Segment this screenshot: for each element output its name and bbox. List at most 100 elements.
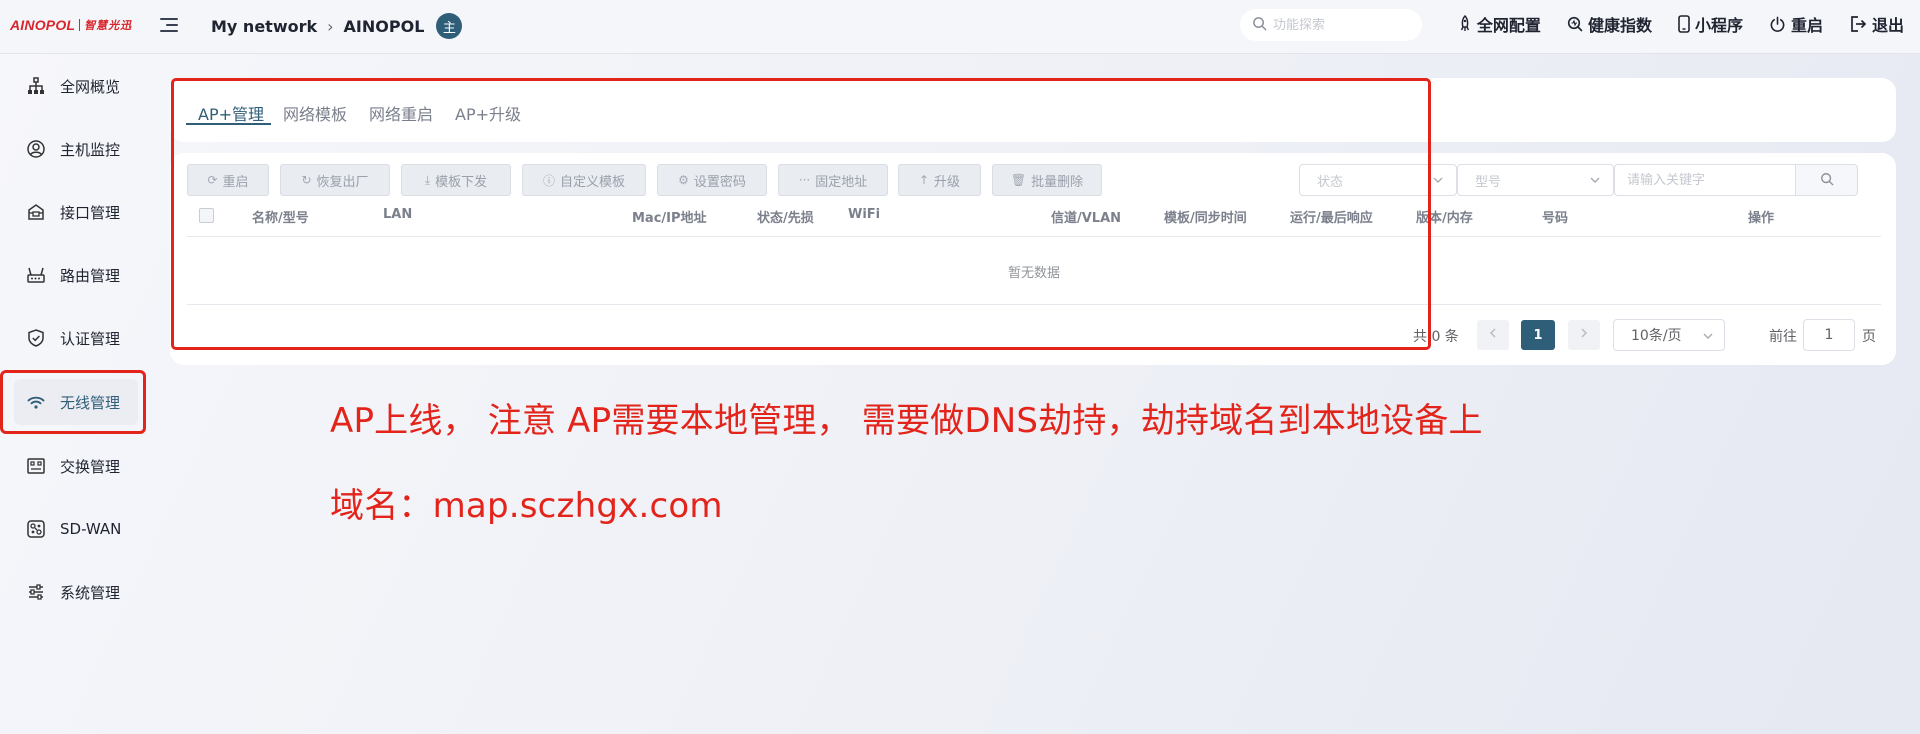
column-header-number[interactable]: 号码 [1542,207,1568,226]
annotation-note-ap-online: AP上线， 注意 AP需要本地管理， 需要做DNS劫持，劫持域名到本地设备上 [330,401,1483,441]
sidebar-item-label: 全网概览 [60,77,121,96]
reboot-ap-button[interactable]: ⟳ 重启 [187,164,269,196]
logout-button[interactable]: 退出 [1849,12,1904,36]
button-label: 重启 [222,174,249,190]
search-icon [1252,16,1267,35]
search-icon [1820,171,1834,190]
more-icon: ··· [798,173,811,187]
page-number-current[interactable]: 1 [1521,320,1555,350]
column-header-version-memory[interactable]: 版本/内存 [1416,207,1473,226]
sidebar-item-host-monitor[interactable]: 主机监控 [14,126,138,172]
column-header-status[interactable]: 状态/先损 [757,207,814,226]
logout-icon [1849,15,1867,33]
pagination-total: 共 0 条 [1413,329,1459,345]
table-bottom-divider [187,304,1881,305]
model-filter-select[interactable]: 型号 [1457,164,1614,196]
power-icon [1769,16,1786,33]
download-icon: ⤓ [424,172,431,187]
fixed-address-button[interactable]: ··· 固定地址 [778,164,888,196]
search-input[interactable] [1273,17,1403,33]
keyword-search-button[interactable] [1796,164,1858,196]
upgrade-button[interactable]: ↑ 升级 [898,164,981,196]
header-actions: 全网配置 健康指数 小程序 重启 退出 [1458,12,1904,36]
select-all-checkbox[interactable] [199,208,214,223]
column-header-mac-ip[interactable]: Mac/IP地址 [632,207,707,226]
set-password-button[interactable]: ⚙ 设置密码 [657,164,767,196]
reboot-button[interactable]: 重启 [1769,12,1823,36]
column-header-template-sync[interactable]: 模板/同步时间 [1164,207,1247,226]
mini-program-label: 小程序 [1694,16,1743,35]
page-size-select[interactable]: 10条/页 [1613,319,1725,351]
shield-check-icon [26,328,46,348]
tab-ap-upgrade[interactable]: AP+升级 [455,101,521,125]
column-header-channel-vlan[interactable]: 信道/VLAN [1051,207,1121,226]
sidebar-item-interface[interactable]: 接口管理 [14,189,138,235]
sdwan-icon [26,519,46,539]
sidebar-item-label: SD-WAN [60,520,122,538]
sidebar-item-switch[interactable]: 交换管理 [14,443,138,489]
status-filter-select[interactable]: 状态 [1299,164,1457,196]
tab-network-template[interactable]: 网络模板 [283,101,347,125]
sidebar-item-label: 无线管理 [60,393,121,412]
button-label: 恢复出厂 [316,174,369,190]
keyword-search-input[interactable] [1614,164,1796,196]
chevron-down-icon [1589,174,1601,190]
sidebar-item-auth[interactable]: 认证管理 [14,315,138,361]
page-size-value: 10条/页 [1631,328,1682,344]
breadcrumb-root[interactable]: My network [211,17,317,36]
health-search-icon [1567,16,1583,32]
router-icon [26,265,46,285]
chevron-down-icon [1432,174,1444,190]
health-index-button[interactable]: 健康指数 [1567,12,1652,36]
network-config-button[interactable]: 全网配置 [1458,12,1541,36]
column-header-lan[interactable]: LAN [383,207,412,222]
chevron-right-icon [1579,327,1589,343]
menu-toggle-icon[interactable] [160,14,182,36]
annotation-note-domain: 域名：map.sczhgx.com [330,486,723,526]
info-icon: ⓘ [542,173,555,188]
sidebar-item-overview[interactable]: 全网概览 [14,63,138,109]
breadcrumb-chevron-icon: › [327,16,334,36]
goto-page-input[interactable] [1803,319,1855,351]
sidebar-item-label: 路由管理 [60,266,121,285]
table-header-divider [187,236,1881,237]
chevron-down-icon [1702,330,1714,346]
sidebar-item-label: 主机监控 [60,140,121,159]
sidebar-item-label: 接口管理 [60,203,121,222]
interface-icon [26,202,46,222]
restore-icon: ↻ [301,173,312,187]
factory-reset-button[interactable]: ↻ 恢复出厂 [280,164,390,196]
next-page-button[interactable] [1568,320,1600,350]
sidebar-item-system[interactable]: 系统管理 [14,569,138,615]
button-label: 设置密码 [693,174,746,190]
brand-logo[interactable]: AINOPOL 智慧光迅 [10,15,132,35]
network-topology-icon [26,76,46,96]
switch-icon [26,456,46,476]
feature-search[interactable] [1240,9,1422,41]
brand-name: AINOPOL [10,17,76,33]
tab-ap-management[interactable]: AP+管理 [198,101,264,125]
column-header-name-model[interactable]: 名称/型号 [252,207,309,226]
sidebar-item-routing[interactable]: 路由管理 [14,252,138,298]
network-config-label: 全网配置 [1476,16,1541,35]
prev-page-button[interactable] [1477,320,1509,350]
button-label: 批量删除 [1031,174,1084,190]
sidebar-item-wireless[interactable]: 无线管理 [0,370,146,434]
custom-template-button[interactable]: ⓘ 自定义模板 [522,164,646,196]
push-template-button[interactable]: ⤓ 模板下发 [401,164,511,196]
column-header-wifi[interactable]: WiFi [848,207,880,222]
breadcrumb-badge[interactable]: 主 [436,13,463,39]
column-header-running-response[interactable]: 运行/最后响应 [1290,207,1373,226]
logo-divider [79,19,81,31]
sidebar-item-label: 系统管理 [60,583,121,602]
phone-icon [1678,15,1690,33]
chevron-left-icon [1488,327,1498,343]
mini-program-button[interactable]: 小程序 [1678,12,1743,36]
tab-network-restart[interactable]: 网络重启 [369,101,433,125]
button-label: 升级 [934,174,961,190]
sidebar-item-sdwan[interactable]: SD-WAN [14,506,138,552]
model-placeholder: 型号 [1475,174,1502,190]
batch-delete-button[interactable]: 🗑 批量删除 [992,164,1102,196]
column-header-actions[interactable]: 操作 [1748,207,1774,226]
sliders-icon [26,582,46,602]
